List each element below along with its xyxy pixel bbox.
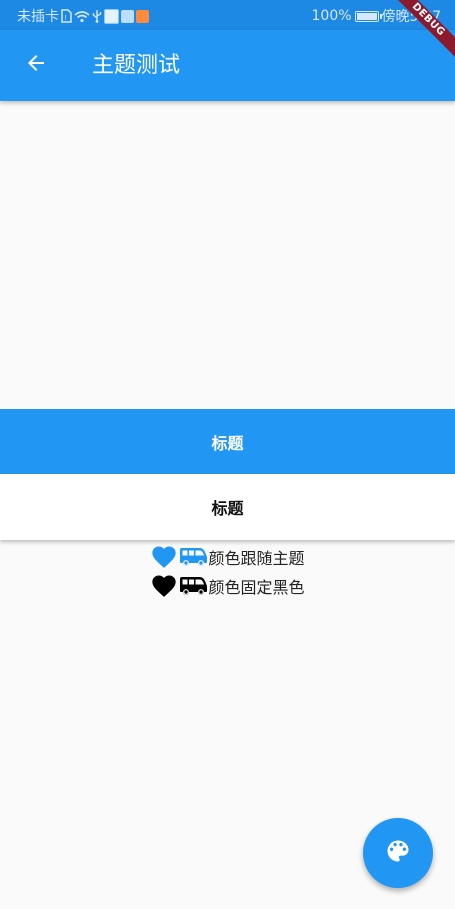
svg-text:!: ! bbox=[64, 14, 67, 22]
status-right: 100% 傍晚5:27 bbox=[312, 6, 441, 26]
video-notification-icon bbox=[136, 9, 149, 23]
icon-row-theme-color: 颜色跟随主题 bbox=[0, 543, 455, 571]
title-bar-plain-label: 标题 bbox=[211, 499, 244, 518]
usb-icon bbox=[92, 9, 102, 23]
carrier-text: 未插卡 bbox=[17, 9, 59, 25]
clock: 傍晚5:27 bbox=[381, 9, 441, 25]
battery-icon bbox=[354, 10, 382, 22]
app-notification-icon bbox=[104, 8, 119, 24]
palette-icon bbox=[384, 837, 412, 869]
title-bar-themed-label: 标题 bbox=[211, 433, 244, 453]
icon-row-theme-label: 颜色跟随主题 bbox=[208, 549, 305, 568]
status-bar: 未插卡 ! 100% 傍晚5:27 bbox=[0, 0, 455, 30]
heart-icon bbox=[150, 572, 178, 600]
back-button[interactable] bbox=[14, 43, 58, 87]
heart-icon bbox=[150, 543, 178, 571]
title-bar-themed: 标题 bbox=[0, 409, 455, 474]
wifi-icon bbox=[74, 10, 90, 23]
app-bar: 主题测试 bbox=[0, 30, 455, 101]
bus-icon bbox=[178, 543, 208, 571]
theme-fab-button[interactable] bbox=[363, 818, 433, 888]
icon-row-black-color: 颜色固定黑色 bbox=[0, 572, 455, 600]
title-bar-plain: 标题 bbox=[0, 474, 455, 540]
arrow-back-icon bbox=[24, 51, 48, 79]
page-title: 主题测试 bbox=[92, 53, 181, 78]
battery-percent: 100% bbox=[311, 8, 352, 24]
status-left: 未插卡 ! bbox=[17, 6, 149, 26]
screen: 未插卡 ! 100% 傍晚5:27 主题测试 DEBUG 标题 标题 颜色跟随主… bbox=[0, 0, 455, 909]
mail-notification-icon bbox=[121, 9, 134, 23]
bus-icon bbox=[178, 572, 208, 600]
sim-card-icon: ! bbox=[61, 9, 72, 23]
icon-row-black-label: 颜色固定黑色 bbox=[208, 578, 305, 597]
